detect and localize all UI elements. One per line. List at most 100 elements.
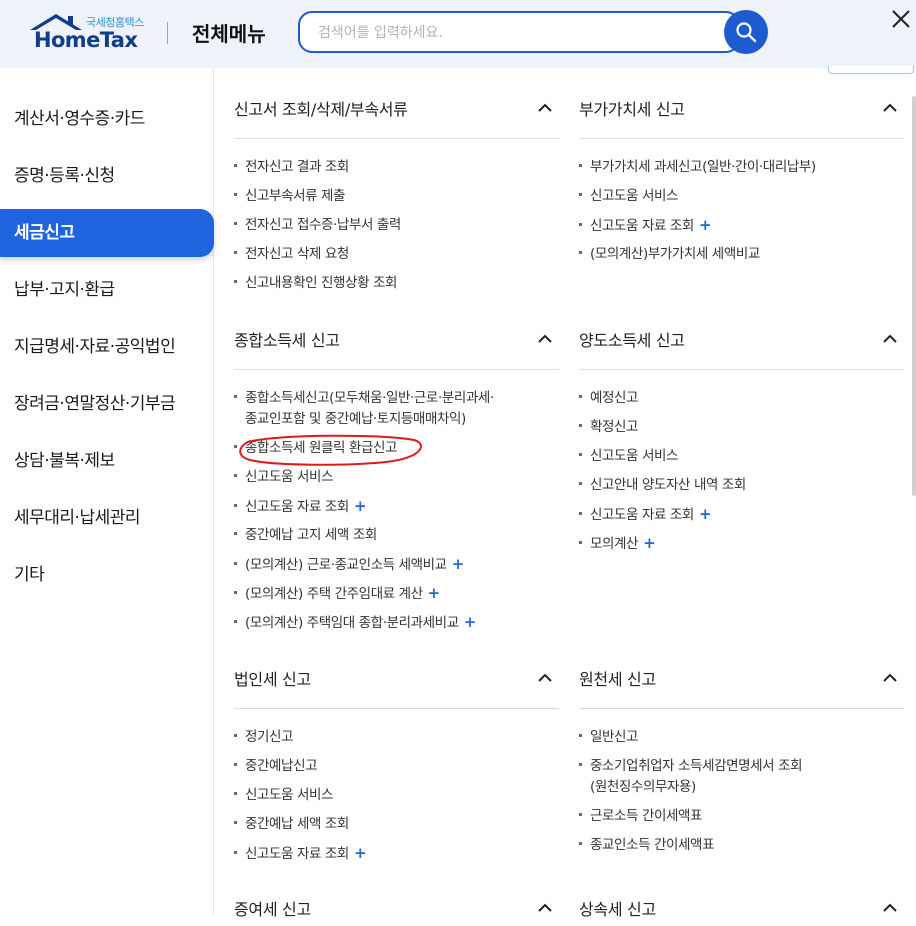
menu-item[interactable]: 신고도움 자료 조회 + [234,843,367,865]
sidebar-item-tax-filing[interactable]: 세금신고 [0,209,214,257]
section-title-withholding-tax[interactable]: 원천세 신고 [579,666,656,696]
menu-item[interactable]: 신고도움 자료 조회 + [579,504,712,526]
expand-plus-icon[interactable]: + [699,216,712,234]
menu-item[interactable]: (모의계산) 주택임대 종합·분리과세비교 + [234,612,476,634]
menu-item[interactable]: 중간예납 세액 조회 [234,814,349,835]
menu-item[interactable]: 신고부속서류 제출 [234,186,345,207]
section-title-inheritance-tax[interactable]: 상속세 신고 [579,896,656,926]
sidebar-item-payment[interactable]: 납부·고지·환급 [0,266,214,314]
bullet-icon [234,192,237,196]
bullet-icon [234,503,237,507]
menu-item[interactable]: 예정신고 [579,388,638,409]
header-divider [167,22,168,44]
menu-item[interactable]: 확정신고 [579,417,638,438]
section-title-filing-inquiry[interactable]: 신고서 조회/삭제/부속서류 [234,96,408,126]
menu-item[interactable]: 전자신고 결과 조회 [234,157,349,178]
menu-item[interactable]: 신고안내 양도자산 내역 조회 [579,475,746,496]
chevron-up-icon[interactable] [882,672,898,682]
bullet-icon [579,481,582,485]
expand-plus-icon[interactable]: + [464,613,477,631]
logo-wordmark: HomeTax [34,28,138,52]
menu-item[interactable]: (모의계산)부가가치세 세액비교 [579,244,760,265]
bullet-icon [579,452,582,456]
menu-item[interactable]: 전자신고 삭제 요청 [234,244,349,265]
menu-item[interactable]: 일반신고 [579,727,638,748]
chevron-up-icon[interactable] [882,333,898,343]
scrollbar[interactable] [912,96,916,496]
search-box [298,11,740,53]
menu-item[interactable]: (모의계산) 근로·종교인소득 세액비교 + [234,554,464,576]
bullet-icon [579,540,582,544]
menu-item[interactable]: 종교인소득 간이세액표 [579,835,714,856]
expand-plus-icon[interactable]: + [354,844,367,862]
bullet-icon [579,812,582,816]
menu-item[interactable]: 중간예납신고 [234,756,318,777]
section-divider [579,708,904,709]
header-tab-stub [828,66,914,74]
bullet-icon [234,473,237,477]
sidebar-item-consult[interactable]: 상담·불복·제보 [0,437,214,485]
menu-item[interactable]: 신고도움 서비스 [579,186,678,207]
expand-plus-icon[interactable]: + [643,534,656,552]
menu-item[interactable]: 신고도움 서비스 [234,785,333,806]
bullet-icon [234,394,237,398]
menu-item[interactable]: 정기신고 [234,727,293,748]
menu-item[interactable]: 신고도움 서비스 [579,446,678,467]
sidebar-item-certificate[interactable]: 증명·등록·신청 [0,152,214,200]
bullet-icon [579,841,582,845]
sidebar: 계산서·영수증·카드 증명·등록·신청 세금신고 납부·고지·환급 지급명세·자… [0,68,214,916]
sidebar-item-etc[interactable]: 기타 [0,551,214,599]
menu-item[interactable]: 근로소득 간이세액표 [579,806,702,827]
expand-plus-icon[interactable]: + [452,555,465,573]
menu-item[interactable]: 신고도움 자료 조회 + [234,496,367,518]
section-title-vat[interactable]: 부가가치세 신고 [579,96,685,126]
section-title-corporate-tax[interactable]: 법인세 신고 [234,666,311,696]
hometax-logo[interactable]: 국세청홈택스 HomeTax [28,12,148,54]
chevron-up-icon[interactable] [537,102,553,112]
menu-item[interactable]: 신고도움 서비스 [234,467,333,488]
bullet-icon [234,531,237,535]
expand-plus-icon[interactable]: + [428,584,441,602]
menu-item[interactable]: 신고도움 자료 조회 + [579,215,712,237]
chevron-up-icon[interactable] [882,902,898,912]
bullet-icon [579,733,582,737]
menu-item[interactable]: (모의계산) 주택 간주임대료 계산 + [234,583,440,605]
section-title-capital-gains[interactable]: 양도소득세 신고 [579,327,685,357]
bullet-icon [234,791,237,795]
close-button[interactable] [890,8,916,36]
menu-item[interactable]: 중간예납 고지 세액 조회 [234,525,377,546]
header-bar: 국세청홈택스 HomeTax 전체메뉴 [0,0,916,68]
menu-item[interactable]: 종합소득세신고(모두채움·일반·근로·분리과세· 종교인포함 및 중간예납·토지등… [234,388,494,430]
menu-item-oneclick-refund[interactable]: 종합소득세 원클릭 환급신고 [234,438,397,459]
menu-item[interactable]: 전자신고 접수증·납부서 출력 [234,215,401,236]
chevron-up-icon[interactable] [537,902,553,912]
expand-plus-icon[interactable]: + [699,505,712,523]
section-title-gift-tax[interactable]: 증여세 신고 [234,896,311,926]
bullet-icon [579,192,582,196]
bullet-icon [579,222,582,226]
search-button[interactable] [724,10,768,54]
menu-item[interactable]: 중소기업취업자 소득세감면명세서 조회 (원천징수의무자용) [579,756,803,798]
bullet-icon [234,590,237,594]
bullet-icon [234,733,237,737]
chevron-up-icon[interactable] [537,333,553,343]
bullet-icon [234,619,237,623]
sidebar-item-incentive[interactable]: 장려금·연말정산·기부금 [0,380,214,428]
menu-item[interactable]: 부가가치세 과세신고(일반·간이·대리납부) [579,157,816,178]
bullet-icon [234,279,237,283]
bullet-icon [234,820,237,824]
chevron-up-icon[interactable] [882,102,898,112]
search-icon [736,22,757,43]
expand-plus-icon[interactable]: + [354,497,367,515]
sidebar-item-invoice[interactable]: 계산서·영수증·카드 [0,95,214,143]
chevron-up-icon[interactable] [537,672,553,682]
bullet-icon [579,762,582,766]
sidebar-item-agent[interactable]: 세무대리·납세관리 [0,494,214,542]
section-title-income-tax[interactable]: 종합소득세 신고 [234,327,340,357]
section-divider [234,369,559,370]
menu-item[interactable]: 모의계산 + [579,533,656,555]
menu-item[interactable]: 신고내용확인 진행상황 조회 [234,273,397,294]
search-input[interactable] [318,22,718,44]
bullet-icon [579,511,582,515]
sidebar-item-statement[interactable]: 지급명세·자료·공익법인 [0,323,214,371]
